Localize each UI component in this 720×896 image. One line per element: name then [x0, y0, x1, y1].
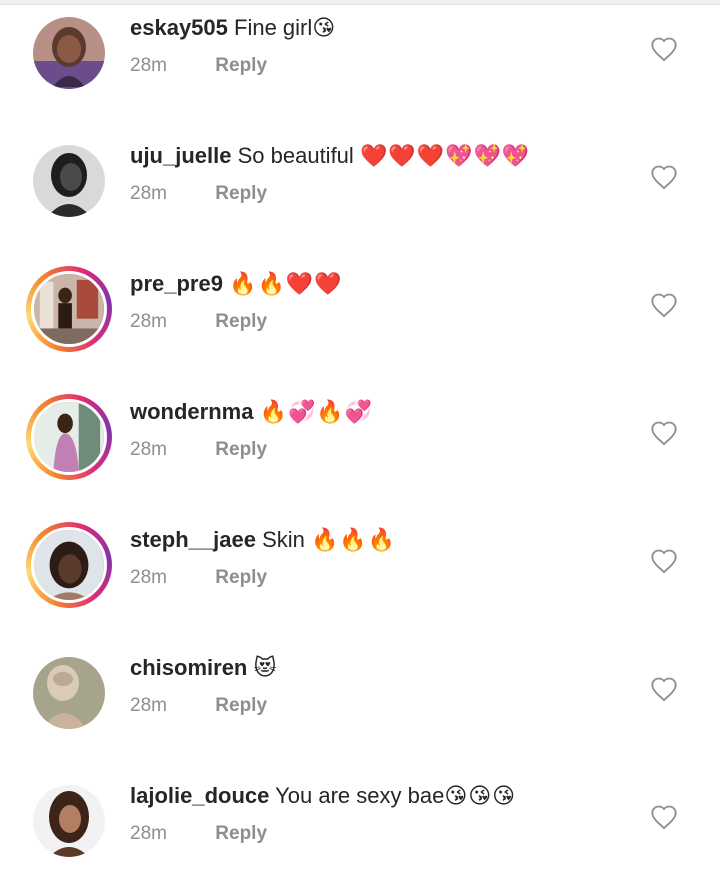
comment-meta: 28m Reply: [130, 822, 267, 846]
comment-emojis: 😘: [312, 16, 337, 41]
heart-outline-icon[interactable]: [650, 292, 678, 318]
heart-outline-icon[interactable]: [650, 420, 678, 446]
comment-text: chisomiren 😻: [130, 653, 277, 684]
comment-meta: 28m Reply: [130, 566, 267, 590]
reply-button[interactable]: Reply: [215, 311, 267, 332]
comment-text: eskay505 Fine girl😘: [130, 13, 336, 44]
comment-text: steph__jaee Skin 🔥🔥🔥: [130, 525, 396, 556]
avatar-story-ring[interactable]: [26, 394, 112, 480]
comment-emojis: 🔥💞🔥💞: [259, 400, 374, 425]
comment-meta: 28m Reply: [130, 182, 267, 206]
username[interactable]: uju_juelle: [130, 143, 231, 168]
comment-body: So beautiful: [237, 143, 354, 168]
username[interactable]: pre_pre9: [130, 271, 223, 296]
comment-meta: 28m Reply: [130, 438, 267, 462]
timestamp: 28m: [130, 183, 167, 204]
heart-outline-icon[interactable]: [650, 804, 678, 830]
comment-emojis: 🔥🔥❤️❤️: [229, 272, 343, 297]
reply-button[interactable]: Reply: [215, 183, 267, 204]
comment-meta: 28m Reply: [130, 310, 267, 334]
profile-photo: [31, 399, 107, 475]
heart-outline-icon[interactable]: [650, 548, 678, 574]
comment-emojis: ❤️❤️❤️💖💖💖: [359, 144, 531, 169]
reply-button[interactable]: Reply: [215, 567, 267, 588]
username[interactable]: steph__jaee: [130, 527, 256, 552]
profile-photo: [33, 17, 105, 89]
timestamp: 28m: [130, 567, 167, 588]
comment-text: wondernma 🔥💞🔥💞: [130, 397, 373, 428]
avatar-story-ring[interactable]: [26, 266, 112, 352]
profile-photo: [31, 527, 107, 603]
timestamp: 28m: [130, 311, 167, 332]
comment-item: eskay505 Fine girl😘 28m Reply: [0, 0, 720, 128]
comment-item: pre_pre9 🔥🔥❤️❤️ 28m Reply: [0, 256, 720, 384]
avatar[interactable]: [26, 138, 112, 224]
avatar[interactable]: [26, 10, 112, 96]
timestamp: 28m: [130, 55, 167, 76]
username[interactable]: lajolie_douce: [130, 783, 269, 808]
comment-meta: 28m Reply: [130, 54, 267, 78]
profile-photo: [31, 271, 107, 347]
timestamp: 28m: [130, 823, 167, 844]
comment-text: pre_pre9 🔥🔥❤️❤️: [130, 269, 343, 300]
comment-item: chisomiren 😻 28m Reply: [0, 640, 720, 768]
comment-item: steph__jaee Skin 🔥🔥🔥 28m Reply: [0, 512, 720, 640]
comment-body: Skin: [262, 527, 305, 552]
comment-text: uju_juelle So beautiful ❤️❤️❤️💖💖💖: [130, 141, 530, 172]
username[interactable]: eskay505: [130, 15, 228, 40]
avatar-story-ring[interactable]: [26, 522, 112, 608]
comment-item: uju_juelle So beautiful ❤️❤️❤️💖💖💖 28m Re…: [0, 128, 720, 256]
heart-outline-icon[interactable]: [650, 164, 678, 190]
heart-outline-icon[interactable]: [650, 36, 678, 62]
timestamp: 28m: [130, 439, 167, 460]
avatar[interactable]: [26, 650, 112, 736]
reply-button[interactable]: Reply: [215, 55, 267, 76]
reply-button[interactable]: Reply: [215, 439, 267, 460]
comment-text: lajolie_douce You are sexy bae😘😘😘: [130, 781, 516, 812]
username[interactable]: chisomiren: [130, 655, 247, 680]
avatar[interactable]: [26, 778, 112, 864]
username[interactable]: wondernma: [130, 399, 253, 424]
profile-photo: [33, 145, 105, 217]
timestamp: 28m: [130, 695, 167, 716]
comment-body: You are sexy bae: [275, 783, 445, 808]
profile-photo: [33, 785, 105, 857]
comment-emojis: 🔥🔥🔥: [311, 528, 397, 553]
comment-emojis: 😻: [253, 656, 278, 681]
reply-button[interactable]: Reply: [215, 695, 267, 716]
comment-item: wondernma 🔥💞🔥💞 28m Reply: [0, 384, 720, 512]
comment-item: lajolie_douce You are sexy bae😘😘😘 28m Re…: [0, 768, 720, 896]
reply-button[interactable]: Reply: [215, 823, 267, 844]
comment-meta: 28m Reply: [130, 694, 267, 718]
comment-emojis: 😘😘😘: [444, 784, 517, 809]
profile-photo: [33, 657, 105, 729]
comment-body: Fine girl: [234, 15, 313, 40]
heart-outline-icon[interactable]: [650, 676, 678, 702]
